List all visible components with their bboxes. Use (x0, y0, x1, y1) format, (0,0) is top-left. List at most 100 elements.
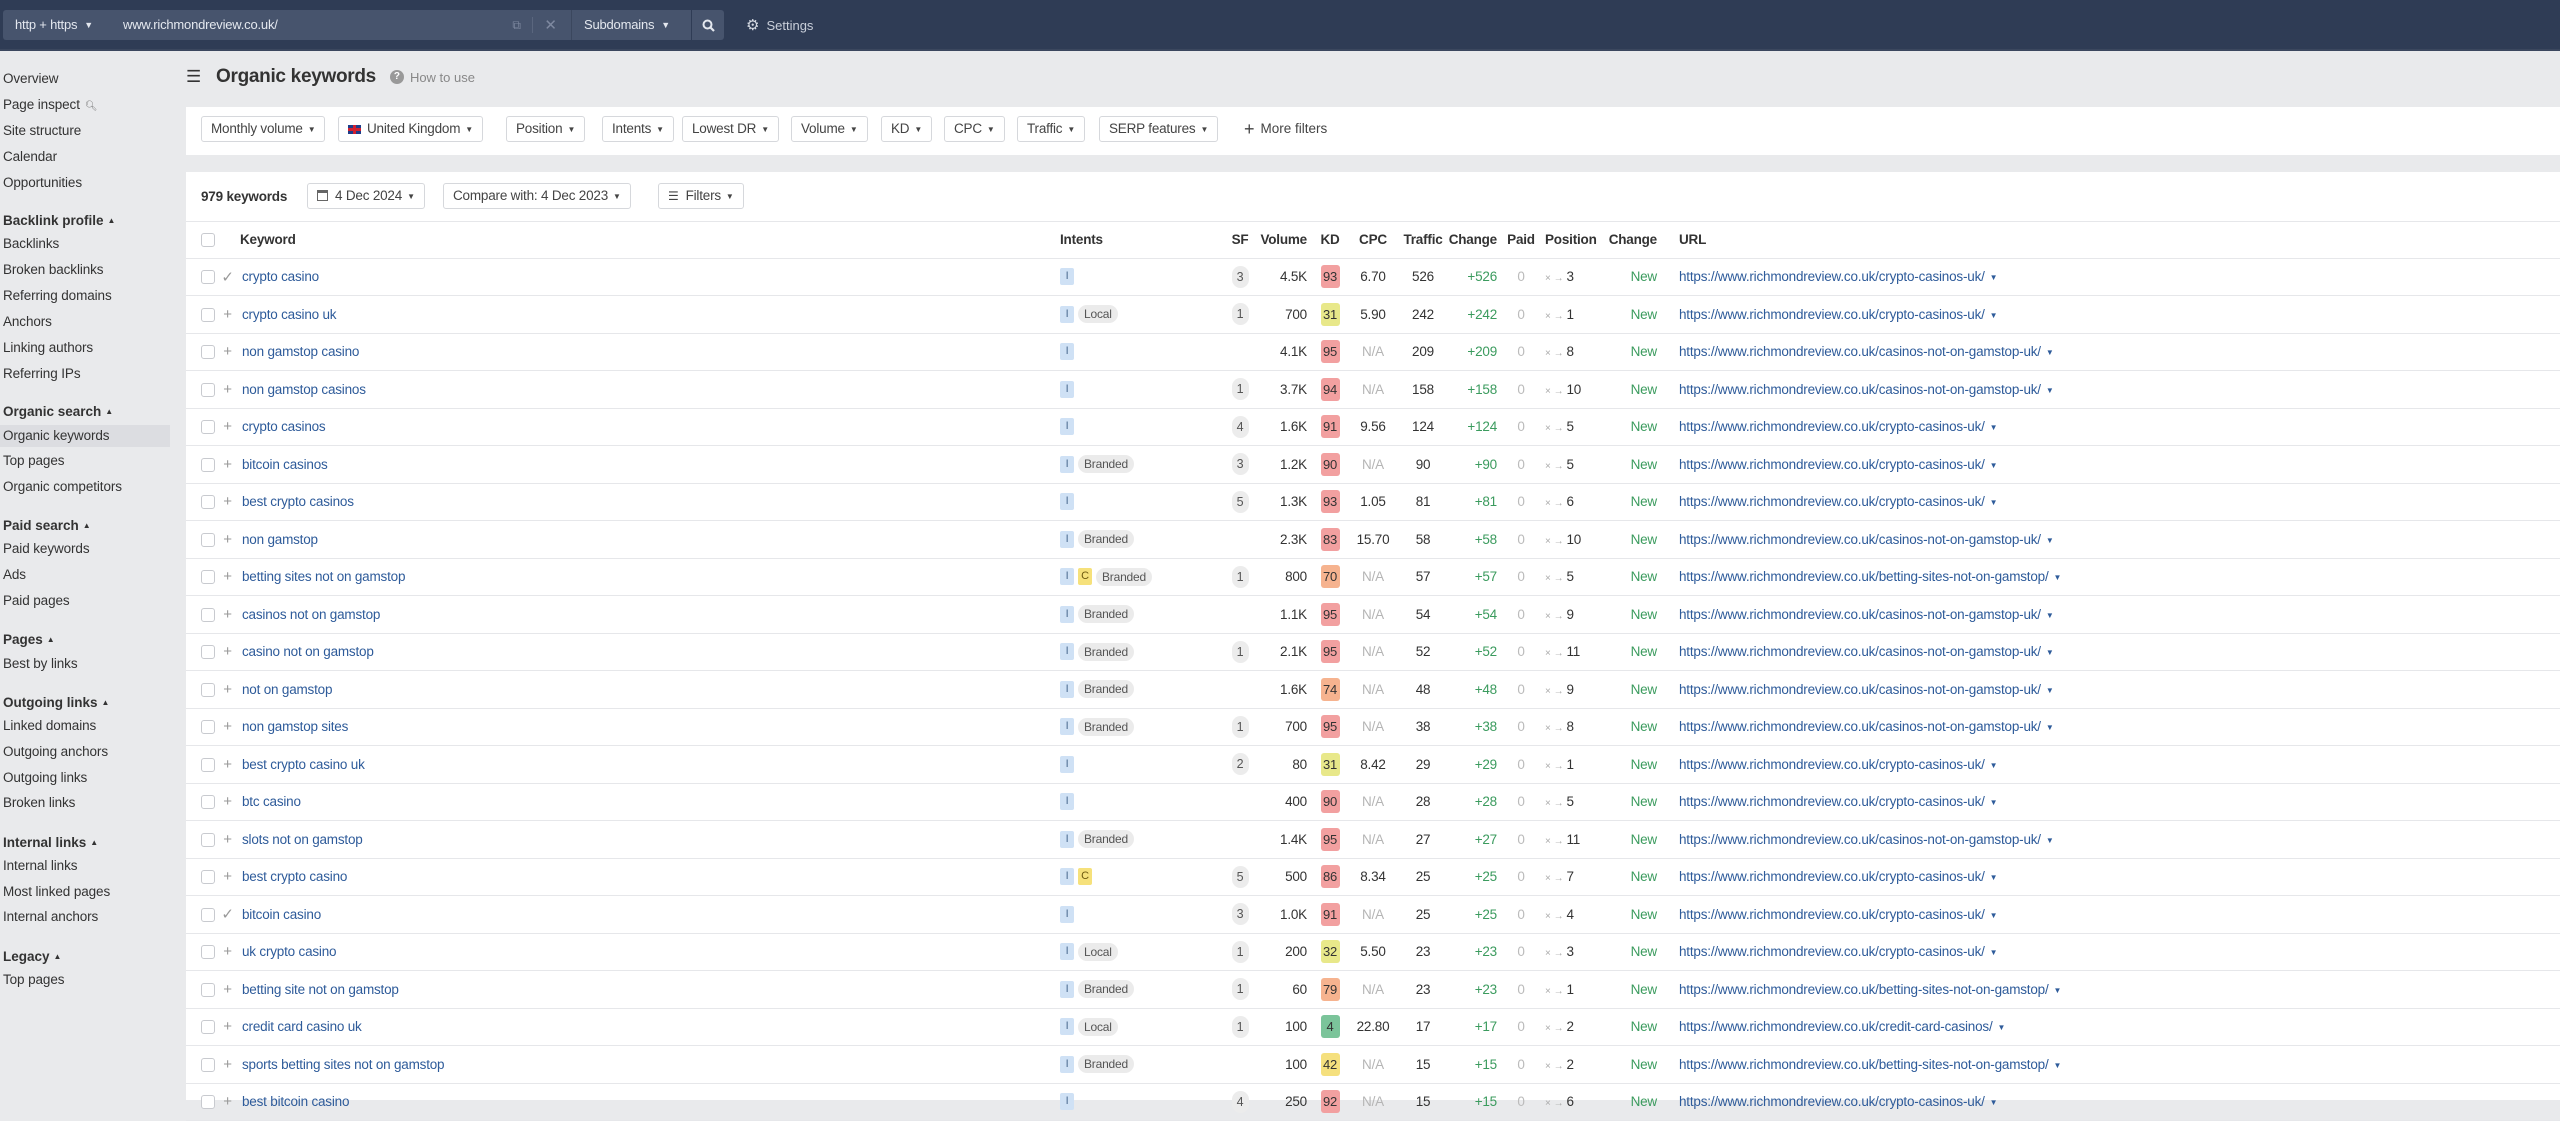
serp-features-count[interactable]: 1 (1231, 378, 1249, 401)
column-url[interactable]: URL (1657, 222, 2560, 259)
sidebar-item-internal-links[interactable]: Internal links (0, 855, 170, 877)
add-icon[interactable]: + (223, 681, 232, 698)
url-link[interactable]: https://www.richmondreview.co.uk/credit-… (1679, 1019, 1993, 1034)
sidebar-item-anchors[interactable]: Anchors (0, 311, 170, 333)
serp-features-count[interactable]: 5 (1231, 865, 1249, 888)
filter-cpc[interactable]: CPC ▼ (944, 116, 1005, 142)
sidebar-item-overview[interactable]: Overview (0, 68, 170, 90)
serp-features-count[interactable]: 1 (1231, 715, 1249, 738)
caret-down-icon[interactable]: ▼ (1990, 761, 1998, 770)
keyword-link[interactable]: betting site not on gamstop (242, 982, 399, 997)
serp-features-count[interactable]: 1 (1231, 640, 1249, 663)
protocol-select[interactable]: http + https ▼ (3, 10, 111, 40)
row-checkbox[interactable] (201, 945, 215, 960)
filter-volume[interactable]: Volume ▼ (791, 116, 868, 142)
row-checkbox[interactable] (201, 832, 215, 847)
url-link[interactable]: https://www.richmondreview.co.uk/casinos… (1679, 644, 2041, 659)
settings-button[interactable]: ⚙ Settings (746, 10, 813, 40)
sidebar-item-most-linked-pages[interactable]: Most linked pages (0, 881, 170, 903)
add-icon[interactable]: + (223, 306, 232, 323)
filters-dropdown[interactable]: ☰ Filters ▼ (658, 183, 744, 209)
sidebar-item-broken-backlinks[interactable]: Broken backlinks (0, 259, 170, 281)
sidebar-item-legacy-top-pages[interactable]: Top pages (0, 969, 170, 991)
sidebar-item-opportunities[interactable]: Opportunities (0, 172, 170, 194)
url-link[interactable]: https://www.richmondreview.co.uk/crypto-… (1679, 307, 1985, 322)
url-link[interactable]: https://www.richmondreview.co.uk/crypto-… (1679, 269, 1985, 284)
row-checkbox[interactable] (201, 457, 215, 472)
keyword-link[interactable]: crypto casino (242, 269, 319, 284)
url-input[interactable]: www.richmondreview.co.uk/ (111, 10, 571, 40)
column-position-change[interactable]: Change (1597, 222, 1657, 259)
url-link[interactable]: https://www.richmondreview.co.uk/casinos… (1679, 719, 2041, 734)
keyword-link[interactable]: casino not on gamstop (242, 644, 374, 659)
caret-down-icon[interactable]: ▼ (1990, 498, 1998, 507)
keyword-link[interactable]: credit card casino uk (242, 1019, 362, 1034)
keyword-link[interactable]: best crypto casinos (242, 494, 354, 509)
keyword-link[interactable]: crypto casino uk (242, 307, 337, 322)
caret-down-icon[interactable]: ▼ (2054, 1061, 2062, 1070)
add-icon[interactable]: + (223, 1093, 232, 1110)
url-link[interactable]: https://www.richmondreview.co.uk/crypto-… (1679, 757, 1985, 772)
sidebar-item-organic-competitors[interactable]: Organic competitors (0, 476, 170, 498)
sidebar-item-referring-domains[interactable]: Referring domains (0, 285, 170, 307)
sidebar-item-linked-domains[interactable]: Linked domains (0, 715, 170, 737)
url-link[interactable]: https://www.richmondreview.co.uk/betting… (1679, 982, 2049, 997)
row-checkbox[interactable] (201, 270, 215, 285)
row-checkbox[interactable] (201, 307, 215, 322)
add-icon[interactable]: + (223, 756, 232, 773)
sidebar-section-backlink-profile[interactable]: Backlink profile ▲ (3, 213, 115, 228)
add-icon[interactable]: + (223, 1056, 232, 1073)
url-link[interactable]: https://www.richmondreview.co.uk/casinos… (1679, 344, 2041, 359)
sidebar-item-linking-authors[interactable]: Linking authors (0, 337, 170, 359)
add-icon[interactable]: + (223, 868, 232, 885)
sidebar-item-calendar[interactable]: Calendar (0, 146, 170, 168)
url-link[interactable]: https://www.richmondreview.co.uk/crypto-… (1679, 419, 1985, 434)
filter-kd[interactable]: KD ▼ (881, 116, 933, 142)
row-checkbox[interactable] (201, 870, 215, 885)
url-link[interactable]: https://www.richmondreview.co.uk/crypto-… (1679, 944, 1985, 959)
sidebar-item-best-by-links[interactable]: Best by links (0, 653, 170, 675)
check-icon[interactable]: ✓ (221, 906, 234, 923)
url-link[interactable]: https://www.richmondreview.co.uk/crypto-… (1679, 494, 1985, 509)
select-all-checkbox[interactable] (201, 233, 215, 248)
keyword-link[interactable]: non gamstop casinos (242, 382, 366, 397)
row-checkbox[interactable] (201, 982, 215, 997)
caret-down-icon[interactable]: ▼ (2046, 386, 2054, 395)
serp-features-count[interactable]: 3 (1231, 265, 1249, 288)
caret-down-icon[interactable]: ▼ (1990, 461, 1998, 470)
serp-features-count[interactable]: 3 (1231, 903, 1249, 926)
filter-position[interactable]: Position ▼ (506, 116, 586, 142)
filter-serp-features[interactable]: SERP features ▼ (1099, 116, 1219, 142)
url-link[interactable]: https://www.richmondreview.co.uk/crypto-… (1679, 1094, 1985, 1109)
add-icon[interactable]: + (223, 531, 232, 548)
sidebar-section-internal-links[interactable]: Internal links ▲ (3, 835, 98, 850)
row-checkbox[interactable] (201, 645, 215, 660)
keyword-link[interactable]: btc casino (242, 794, 301, 809)
sidebar-item-organic-keywords[interactable]: Organic keywords (0, 425, 170, 447)
sidebar-item-outgoing-links[interactable]: Outgoing links (0, 767, 170, 789)
add-icon[interactable]: + (223, 568, 232, 585)
add-icon[interactable]: + (223, 831, 232, 848)
clear-icon[interactable]: ✕ (544, 16, 557, 34)
caret-down-icon[interactable]: ▼ (2046, 348, 2054, 357)
row-checkbox[interactable] (201, 757, 215, 772)
column-volume[interactable]: Volume (1257, 222, 1312, 259)
sidebar-item-broken-links[interactable]: Broken links (0, 792, 170, 814)
sidebar-item-paid-keywords[interactable]: Paid keywords (0, 538, 170, 560)
caret-down-icon[interactable]: ▼ (2046, 723, 2054, 732)
sidebar-section-pages[interactable]: Pages ▲ (3, 632, 55, 647)
sidebar-item-internal-anchors[interactable]: Internal anchors (0, 906, 170, 928)
row-checkbox[interactable] (201, 495, 215, 510)
keyword-link[interactable]: betting sites not on gamstop (242, 569, 405, 584)
caret-down-icon[interactable]: ▼ (1990, 948, 1998, 957)
serp-features-count[interactable]: 1 (1231, 303, 1249, 326)
keyword-link[interactable]: not on gamstop (242, 682, 332, 697)
keyword-link[interactable]: best crypto casino (242, 869, 347, 884)
keyword-link[interactable]: sports betting sites not on gamstop (242, 1057, 445, 1072)
url-link[interactable]: https://www.richmondreview.co.uk/casinos… (1679, 532, 2041, 547)
row-checkbox[interactable] (201, 907, 215, 922)
how-to-use-link[interactable]: ? How to use (389, 70, 475, 85)
mode-select[interactable]: Subdomains ▼ (571, 10, 691, 40)
add-icon[interactable]: + (223, 1018, 232, 1035)
keyword-link[interactable]: best bitcoin casino (242, 1094, 349, 1109)
